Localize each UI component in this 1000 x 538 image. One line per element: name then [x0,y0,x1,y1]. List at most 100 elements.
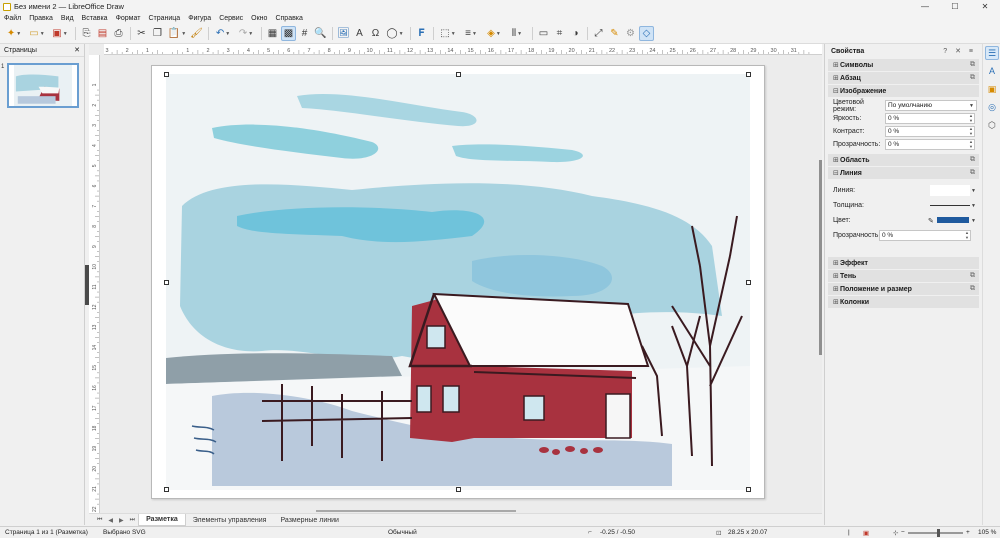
shadow-icon[interactable]: ▭ [536,26,551,41]
drawing-canvas[interactable]: 3 2 1 1 2 3 4 5 6 7 8 9 10 11 12 13 14 15 16 17 18 19 20 21 22 23… [89,44,822,525]
page-thumbnail[interactable] [7,63,79,108]
save-icon[interactable]: ▣ ▼ [49,26,71,41]
menu-file[interactable]: Файл [0,15,25,22]
vertical-ruler[interactable]: 1 2 3 4 5 6 7 8 9 10 11 12 13 14 15 16 17 18 19 20 21 22 [89,55,100,514]
chevron-down-icon[interactable]: ▼ [971,188,976,194]
zoom-in-icon[interactable]: + [966,529,970,536]
section-shadow[interactable]: ⊞ Тень ⧉ [828,270,979,282]
section-image[interactable]: ⊟ Изображение [828,85,979,97]
close-pages-panel-icon[interactable]: ✕ [74,46,80,54]
special-character-icon[interactable]: Ω [368,26,383,41]
line-style-select[interactable] [930,185,970,196]
spin-icon[interactable]: ▲ ▼ [968,139,974,149]
menu-tools[interactable]: Сервис [215,15,247,22]
section-position-size[interactable]: ⊞ Положение и размер ⧉ [828,283,979,295]
more-options-icon[interactable]: ⧉ [970,74,975,82]
section-columns[interactable]: ⊞ Колонки [828,296,979,308]
section-paragraph[interactable]: ⊞ Абзац ⧉ [828,72,979,84]
transformations-icon[interactable]: ⬚ ▼ [437,26,459,41]
toggle-extrusion-icon[interactable]: ⚙ [623,26,638,41]
selection-handle-bottom-right[interactable] [746,487,751,492]
glue-points-icon[interactable]: ✎ [607,26,622,41]
cut-icon[interactable]: ✂ [134,26,149,41]
export-pdf-icon[interactable]: ▤ [95,26,110,41]
color-mode-select[interactable]: По умолчанию ▼ [885,100,977,111]
minimize-button[interactable]: — [910,0,940,13]
contrast-field[interactable]: 0 % ▲ ▼ [885,126,975,137]
image-transparency-field[interactable]: 0 % ▲ ▼ [885,139,975,150]
clone-formatting-icon[interactable]: 🖌 [189,26,204,41]
menu-window[interactable]: Окно [247,15,271,22]
filter-icon[interactable]: ◑ [568,26,583,41]
navigator-deck-icon[interactable]: ◎ [985,100,999,114]
menu-insert[interactable]: Вставка [78,15,112,22]
selection-handle-left[interactable] [164,280,169,285]
line-width-preview[interactable] [930,205,970,206]
section-area[interactable]: ⊞ Область ⧉ [828,154,979,166]
chevron-down-icon[interactable]: ▼ [971,203,976,209]
menu-format[interactable]: Формат [112,15,145,22]
arrange-icon[interactable]: ◈ ▼ [483,26,505,41]
fit-page-icon[interactable]: ⊹ [893,529,898,537]
prev-tab-nav-icon[interactable]: ◀ [105,517,116,524]
pen-icon[interactable]: ✎ [928,217,934,225]
spin-icon[interactable]: ▲ ▼ [968,126,974,136]
document-modified-icon[interactable]: ▣ [863,529,869,537]
snap-icon[interactable]: # [297,26,312,41]
open-icon[interactable]: ▭ ▼ [26,26,48,41]
section-symbols[interactable]: ⊞ Символы ⧉ [828,59,979,71]
status-zoom[interactable]: 105 % [978,529,996,536]
styles-deck-icon[interactable]: A [985,64,999,78]
more-options-icon[interactable]: ⧉ [970,169,975,177]
selection-handle-top-right[interactable] [746,72,751,77]
chevron-down-icon[interactable]: ▼ [971,218,976,224]
selection-handle-top[interactable] [456,72,461,77]
line-color-swatch[interactable] [937,217,969,223]
horizontal-scrollbar[interactable] [316,510,516,512]
next-tab-nav-icon[interactable]: ▶ [116,517,127,524]
selection-handle-bottom[interactable] [456,487,461,492]
sidebar-header-controls[interactable]: ? ✕ ≡ [943,47,976,55]
line-transparency-field[interactable]: 0 % ▲ ▼ [879,230,971,241]
tab-layout[interactable]: Разметка [138,514,186,526]
show-draw-functions-icon[interactable]: ◇ [639,26,654,41]
basic-shapes-icon[interactable]: ◯ ▼ [384,26,406,41]
close-window-button[interactable]: ✕ [970,0,1000,13]
menu-shape[interactable]: Фигура [184,15,215,22]
menu-edit[interactable]: Правка [25,15,57,22]
redo-icon[interactable]: ↷ ▼ [235,26,257,41]
distribute-icon[interactable]: ⫴ ▼ [506,26,528,41]
insert-image-icon[interactable]: 🖼 [336,26,351,41]
print-icon[interactable]: ⎙ [111,26,126,41]
selection-handle-top-left[interactable] [164,72,169,77]
winter-barn-svg-image[interactable] [152,66,764,498]
zoom-out-icon[interactable]: − [901,529,905,536]
gallery-deck-icon[interactable]: ▣ [985,82,999,96]
tab-dimension-lines[interactable]: Размерные линии [273,514,345,526]
more-options-icon[interactable]: ⧉ [970,272,975,280]
maximize-button[interactable]: ☐ [940,0,970,13]
copy-icon[interactable]: ❐ [150,26,165,41]
more-options-icon[interactable]: ⧉ [970,156,975,164]
brightness-field[interactable]: 0 % ▲ ▼ [885,113,975,124]
menu-view[interactable]: Вид [57,15,78,22]
zoom-slider[interactable] [908,532,963,534]
crop-icon[interactable]: ⌗ [552,26,567,41]
fontwork-icon[interactable]: 𝐅 [414,26,429,41]
zoom-icon[interactable]: 🔍 [313,26,328,41]
zoom-slider-knob[interactable] [937,529,940,537]
more-options-icon[interactable]: ⧉ [970,61,975,69]
section-line[interactable]: ⊟ Линия ⧉ [828,167,979,179]
vertical-scrollbar[interactable] [819,160,822,355]
first-tab-nav-icon[interactable]: ⏮ [94,517,105,524]
selection-handle-bottom-left[interactable] [164,487,169,492]
shapes-deck-icon[interactable]: ⬡ [985,118,999,132]
tab-controls[interactable]: Элементы управления [186,514,274,526]
export-icon[interactable]: ⎘ [79,26,94,41]
menu-page[interactable]: Страница [144,15,184,22]
menu-help[interactable]: Справка [271,15,306,22]
helplines-icon[interactable]: ▩ [281,26,296,41]
horizontal-ruler[interactable]: 3 2 1 1 2 3 4 5 6 7 8 9 10 11 12 13 14 15 16 17 18 19 20 21 22 23… [104,44,822,55]
paste-icon[interactable]: 📋 ▼ [166,26,188,41]
align-icon[interactable]: ≡ ▼ [460,26,482,41]
